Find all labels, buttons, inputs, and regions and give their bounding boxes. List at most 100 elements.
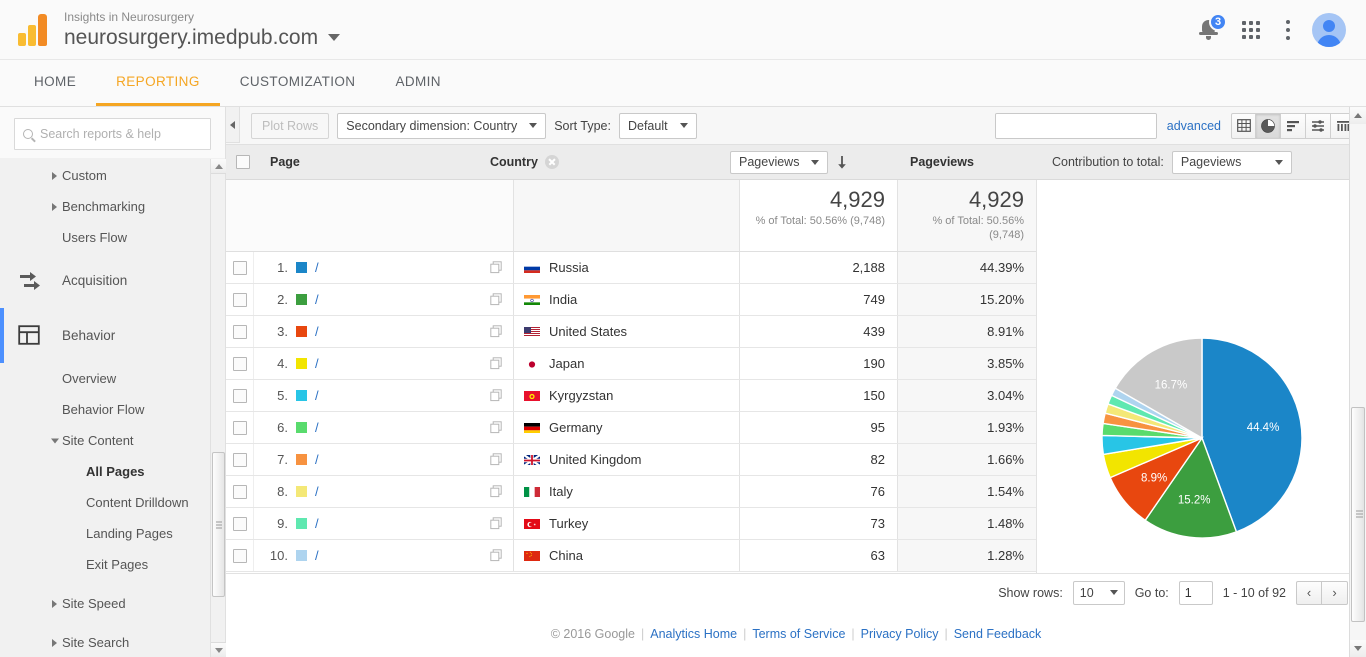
show-rows-select[interactable]: 10 (1072, 580, 1125, 605)
page-scrollbar[interactable] (1349, 107, 1366, 657)
sidebar-item-landing-pages[interactable]: Landing Pages (0, 518, 225, 549)
sidebar-item-benchmarking[interactable]: Benchmarking (0, 191, 225, 222)
sidebar-item-all-pages[interactable]: All Pages (0, 456, 225, 487)
comparison-view-icon[interactable] (1306, 112, 1331, 139)
sidebar-item-site-speed[interactable]: Site Speed (0, 588, 225, 619)
table-search-field[interactable] (994, 112, 1157, 139)
row-checkbox[interactable] (232, 452, 247, 467)
table-row[interactable]: 9. / Turkey 73 1.48% (226, 508, 1036, 540)
table-row[interactable]: 5. / Kyrgyzstan 150 3.04% (226, 380, 1036, 412)
row-checkbox[interactable] (232, 484, 247, 499)
sidebar-item-site-content[interactable]: Site Content (0, 425, 225, 456)
sidebar-scroll-thumb[interactable] (212, 452, 225, 597)
property-name[interactable]: neurosurgery.imedpub.com (64, 25, 341, 51)
row-checkbox[interactable] (232, 356, 247, 371)
next-page-button[interactable]: › (1322, 580, 1348, 605)
performance-view-icon[interactable] (1281, 112, 1306, 139)
open-page-icon[interactable] (490, 453, 503, 466)
tab-customization[interactable]: CUSTOMIZATION (220, 60, 376, 106)
table-row[interactable]: 6. / Germany 95 1.93% (226, 412, 1036, 444)
footer-link-terms[interactable]: Terms of Service (752, 627, 845, 641)
go-to-input[interactable] (1178, 580, 1213, 605)
page-path-link[interactable]: / (315, 292, 482, 307)
row-checkbox[interactable] (232, 388, 247, 403)
remove-secondary-dimension-icon[interactable] (544, 155, 559, 169)
sidebar-item-custom[interactable]: Custom (0, 160, 225, 191)
table-row[interactable]: 7. / United Kingdom 82 1.66% (226, 444, 1036, 476)
page-path-link[interactable]: / (315, 548, 482, 563)
tab-reporting[interactable]: REPORTING (96, 60, 220, 106)
sidebar-scrollbar[interactable] (210, 159, 226, 657)
pie-chart-view-icon[interactable] (1256, 112, 1281, 139)
tab-admin[interactable]: ADMIN (375, 60, 461, 106)
page-path-link[interactable]: / (315, 260, 482, 275)
page-path-link[interactable]: / (315, 356, 482, 371)
row-checkbox[interactable] (232, 420, 247, 435)
footer-link-analytics-home[interactable]: Analytics Home (650, 627, 737, 641)
column-header-page[interactable]: Page (250, 155, 490, 169)
table-row[interactable]: 3. / United States 439 8.91% (226, 316, 1036, 348)
page-path-link[interactable]: / (315, 516, 482, 531)
advanced-link[interactable]: advanced (1167, 119, 1221, 133)
page-path-link[interactable]: / (315, 484, 482, 499)
metric-select[interactable]: Pageviews (730, 150, 829, 174)
previous-page-button[interactable]: ‹ (1296, 580, 1322, 605)
sidebar-item-site-search[interactable]: Site Search (0, 627, 225, 657)
page-scroll-thumb[interactable] (1351, 407, 1365, 622)
sidebar-collapse-button[interactable] (226, 107, 240, 143)
page-path-link[interactable]: / (315, 324, 482, 339)
page-scroll-up-button[interactable] (1350, 107, 1366, 124)
sidebar-item-overview[interactable]: Overview (0, 363, 225, 394)
open-page-icon[interactable] (490, 485, 503, 498)
sidebar-item-acquisition[interactable]: Acquisition (0, 253, 225, 308)
sidebar-scroll-up-button[interactable] (211, 159, 226, 174)
select-all-checkbox[interactable] (236, 155, 250, 169)
sort-descending-icon[interactable] (836, 155, 848, 169)
page-scroll-down-button[interactable] (1350, 640, 1366, 657)
footer-link-privacy[interactable]: Privacy Policy (861, 627, 939, 641)
notifications-button[interactable]: 3 (1198, 12, 1227, 44)
property-selector[interactable]: Insights in Neurosurgery neurosurgery.im… (64, 9, 341, 51)
sidebar-item-behavior[interactable]: Behavior (0, 308, 225, 363)
row-checkbox[interactable] (232, 516, 247, 531)
table-row[interactable]: 2. / India 749 15.20% (226, 284, 1036, 316)
more-options-icon[interactable] (1280, 19, 1292, 40)
open-page-icon[interactable] (490, 357, 503, 370)
open-page-icon[interactable] (490, 517, 503, 530)
sidebar-item-content-drilldown[interactable]: Content Drilldown (0, 487, 225, 518)
secondary-dimension-select[interactable]: Secondary dimension: Country (337, 112, 547, 139)
tab-home[interactable]: HOME (14, 60, 96, 106)
page-path-link[interactable]: / (315, 420, 482, 435)
page-path-link[interactable]: / (315, 452, 482, 467)
sidebar-item-exit-pages[interactable]: Exit Pages (0, 549, 225, 580)
column-header-country[interactable]: Country (490, 155, 730, 169)
row-checkbox[interactable] (232, 548, 247, 563)
row-checkbox[interactable] (232, 260, 247, 275)
row-checkbox[interactable] (232, 292, 247, 307)
plot-rows-button[interactable]: Plot Rows (251, 112, 330, 139)
sidebar-scroll-down-button[interactable] (211, 642, 226, 657)
table-row[interactable]: 8. / Italy 76 1.54% (226, 476, 1036, 508)
footer-link-feedback[interactable]: Send Feedback (954, 627, 1042, 641)
table-search-input[interactable] (995, 113, 1156, 138)
sidebar-item-users-flow[interactable]: Users Flow (0, 222, 225, 253)
sort-type-select[interactable]: Default (618, 112, 697, 139)
search-reports-box[interactable] (14, 118, 211, 150)
open-page-icon[interactable] (490, 549, 503, 562)
table-row[interactable]: 4. / Japan 190 3.85% (226, 348, 1036, 380)
user-avatar[interactable] (1312, 12, 1346, 47)
open-page-icon[interactable] (490, 389, 503, 402)
table-row[interactable]: 10. / China 63 1.28% (226, 540, 1036, 572)
table-row[interactable]: 1. / Russia 2,188 44.39% (226, 252, 1036, 284)
open-page-icon[interactable] (490, 421, 503, 434)
open-page-icon[interactable] (490, 325, 503, 338)
apps-grid-icon[interactable] (1242, 20, 1260, 39)
row-checkbox[interactable] (232, 324, 247, 339)
contribution-select[interactable]: Pageviews (1171, 150, 1292, 174)
open-page-icon[interactable] (490, 293, 503, 306)
page-path-link[interactable]: / (315, 388, 482, 403)
search-input[interactable] (40, 127, 202, 141)
table-view-icon[interactable] (1231, 112, 1256, 139)
sidebar-item-behavior-flow[interactable]: Behavior Flow (0, 394, 225, 425)
open-page-icon[interactable] (490, 261, 503, 274)
